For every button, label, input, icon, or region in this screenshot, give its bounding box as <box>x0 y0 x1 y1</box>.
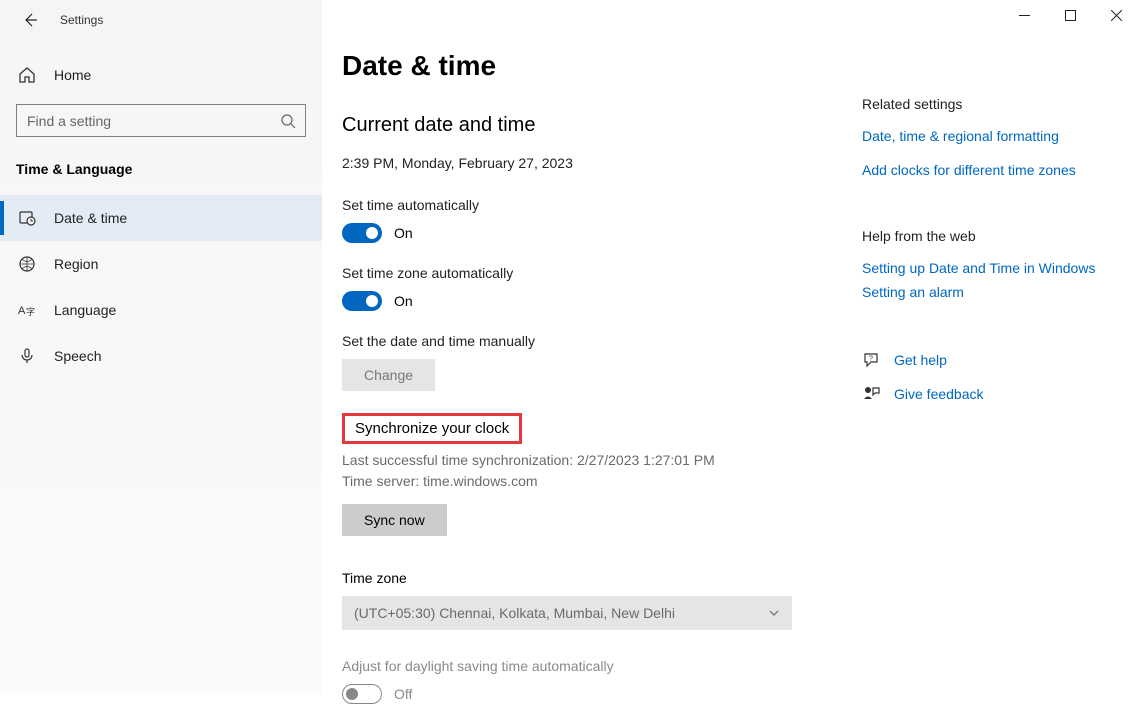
dst-toggle <box>342 684 382 704</box>
close-icon <box>1111 10 1122 21</box>
category-heading: Time & Language <box>16 161 322 177</box>
svg-text:?: ? <box>869 356 873 363</box>
link-date-time-regional[interactable]: Date, time & regional formatting <box>862 128 1095 144</box>
sync-now-button[interactable]: Sync now <box>342 504 447 536</box>
sync-last-value: Last successful time synchronization: 2/… <box>342 450 862 471</box>
minimize-icon <box>1019 10 1030 21</box>
minimize-button[interactable] <box>1001 0 1047 30</box>
globe-icon <box>18 255 36 273</box>
nav-home[interactable]: Home <box>0 56 322 94</box>
arrow-left-icon <box>22 12 38 28</box>
sync-server-value: Time server: time.windows.com <box>342 471 862 492</box>
give-feedback-row[interactable]: Give feedback <box>862 384 1095 404</box>
feedback-icon <box>862 384 882 404</box>
back-button[interactable] <box>18 8 42 32</box>
sidebar: Settings Home Time & Language Date & tim… <box>0 0 322 693</box>
sync-heading: Synchronize your clock <box>355 420 509 437</box>
auto-tz-toggle[interactable] <box>342 291 382 311</box>
auto-tz-label: Set time zone automatically <box>342 265 862 281</box>
current-datetime-heading: Current date and time <box>342 114 862 137</box>
titlebar: Settings <box>0 0 322 40</box>
dst-state: Off <box>394 686 412 702</box>
nav-item-date-time[interactable]: Date & time <box>0 195 322 241</box>
help-from-web-heading: Help from the web <box>862 228 1095 244</box>
main-content: Date & time Current date and time 2:39 P… <box>322 0 862 693</box>
app-title: Settings <box>60 13 103 27</box>
dst-label: Adjust for daylight saving time automati… <box>342 658 862 674</box>
nav-list: Date & time Region A字 Language Speech <box>0 195 322 379</box>
manual-datetime-label: Set the date and time manually <box>342 333 862 349</box>
sync-heading-highlight: Synchronize your clock <box>342 413 522 444</box>
aside-panel: Related settings Date, time & regional f… <box>862 0 1095 693</box>
nav-item-label: Date & time <box>54 210 127 226</box>
current-datetime-value: 2:39 PM, Monday, February 27, 2023 <box>342 155 862 171</box>
search-container <box>16 104 306 137</box>
auto-time-label: Set time automatically <box>342 197 862 213</box>
auto-time-toggle[interactable] <box>342 223 382 243</box>
get-help-row[interactable]: ? Get help <box>862 350 1095 370</box>
search-icon <box>280 113 296 129</box>
auto-time-state: On <box>394 225 413 241</box>
nav-item-label: Speech <box>54 348 101 364</box>
chevron-down-icon <box>768 607 780 619</box>
search-input[interactable] <box>16 104 306 137</box>
nav-item-language[interactable]: A字 Language <box>0 287 322 333</box>
nav-item-speech[interactable]: Speech <box>0 333 322 379</box>
link-add-clocks[interactable]: Add clocks for different time zones <box>862 162 1095 178</box>
main-pane: Date & time Current date and time 2:39 P… <box>322 0 1139 693</box>
nav-item-region[interactable]: Region <box>0 241 322 287</box>
related-settings-heading: Related settings <box>862 96 1095 112</box>
link-give-feedback[interactable]: Give feedback <box>894 386 984 402</box>
maximize-icon <box>1065 10 1076 21</box>
change-button[interactable]: Change <box>342 359 435 391</box>
home-label: Home <box>54 67 91 83</box>
timezone-label: Time zone <box>342 570 862 586</box>
timezone-select[interactable]: (UTC+05:30) Chennai, Kolkata, Mumbai, Ne… <box>342 596 792 630</box>
calendar-clock-icon <box>18 209 36 227</box>
nav-item-label: Region <box>54 256 98 272</box>
timezone-value: (UTC+05:30) Chennai, Kolkata, Mumbai, Ne… <box>354 605 675 621</box>
link-setting-up-date-time[interactable]: Setting up Date and Time in Windows <box>862 260 1095 276</box>
svg-text:A: A <box>18 305 26 317</box>
auto-tz-state: On <box>394 293 413 309</box>
language-icon: A字 <box>18 301 36 319</box>
chat-help-icon: ? <box>862 350 882 370</box>
link-setting-alarm[interactable]: Setting an alarm <box>862 284 1095 300</box>
svg-text:字: 字 <box>26 306 35 317</box>
page-title: Date & time <box>342 50 862 82</box>
close-button[interactable] <box>1093 0 1139 30</box>
link-get-help[interactable]: Get help <box>894 352 947 368</box>
maximize-button[interactable] <box>1047 0 1093 30</box>
nav-item-label: Language <box>54 302 116 318</box>
home-icon <box>18 66 36 84</box>
microphone-icon <box>18 347 36 365</box>
window-controls <box>1001 0 1139 30</box>
